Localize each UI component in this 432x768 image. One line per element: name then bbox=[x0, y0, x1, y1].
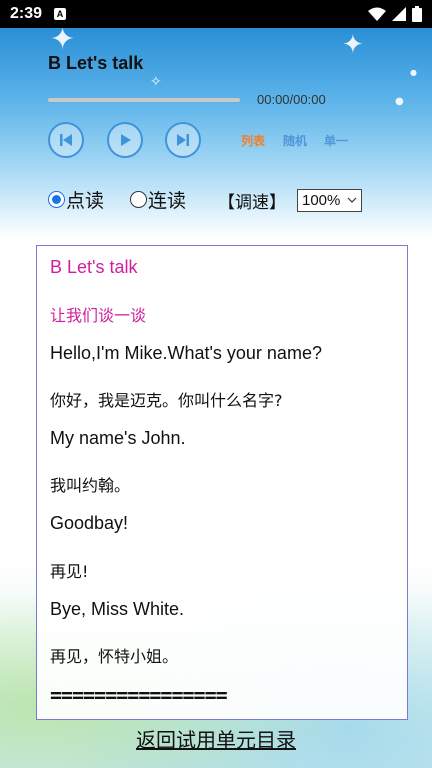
separator-line: ================ bbox=[50, 683, 228, 707]
speed-select[interactable]: 100% bbox=[297, 189, 362, 212]
sentence-line[interactable]: 再见，怀特小姐。 bbox=[50, 643, 178, 667]
progress-bar[interactable] bbox=[48, 98, 240, 102]
radio-continuous-read[interactable]: 连读 bbox=[130, 186, 186, 213]
sentence-line[interactable]: Bye, Miss White. bbox=[50, 599, 184, 620]
sentence-line[interactable]: 再见! bbox=[50, 558, 88, 582]
sparkle-icon: ● bbox=[410, 68, 417, 77]
lesson-subtitle[interactable]: 让我们谈一谈 bbox=[50, 302, 146, 326]
lesson-text-panel: B Let's talk 让我们谈一谈 Hello,I'm Mike.What'… bbox=[36, 245, 408, 720]
play-button[interactable] bbox=[107, 122, 143, 158]
skip-next-icon bbox=[177, 134, 189, 146]
mode-random[interactable]: 随机 bbox=[283, 132, 307, 149]
status-icons bbox=[368, 6, 422, 22]
radio-label: 连读 bbox=[148, 190, 187, 212]
sparkle-icon: ✧ bbox=[150, 74, 162, 90]
play-icon bbox=[121, 134, 131, 146]
next-button[interactable] bbox=[165, 122, 201, 158]
notification-icon: A bbox=[54, 8, 67, 20]
speed-label: 【调速】 bbox=[218, 193, 286, 213]
skip-previous-icon bbox=[60, 134, 72, 146]
previous-button[interactable] bbox=[48, 122, 84, 158]
sentence-line[interactable]: Goodbay! bbox=[50, 513, 128, 534]
signal-icon bbox=[392, 7, 406, 21]
sentence-line[interactable]: 我叫约翰。 bbox=[50, 472, 130, 496]
radio-label: 点读 bbox=[66, 190, 105, 212]
lesson-title[interactable]: B Let's talk bbox=[50, 257, 137, 278]
status-time: 2:39 bbox=[10, 5, 43, 22]
back-to-unit-list-link[interactable]: 返回试用单元目录 bbox=[0, 724, 432, 753]
radio-button-checked[interactable] bbox=[48, 191, 65, 208]
battery-icon bbox=[412, 6, 422, 22]
mode-single[interactable]: 单一 bbox=[324, 132, 348, 149]
mode-list[interactable]: 列表 bbox=[241, 132, 265, 149]
status-bar: 2:39 A bbox=[0, 0, 432, 28]
chevron-down-icon bbox=[347, 197, 357, 203]
sparkle-icon: ● bbox=[395, 96, 404, 107]
sparkle-icon: ✦ bbox=[342, 30, 364, 60]
speed-value: 100% bbox=[302, 192, 341, 209]
sentence-line[interactable]: 你好，我是迈克。你叫什么名字? bbox=[50, 387, 283, 411]
track-title: B Let's talk bbox=[48, 53, 144, 73]
sentence-line[interactable]: Hello,I'm Mike.What's your name? bbox=[50, 343, 322, 364]
radio-button[interactable] bbox=[130, 191, 147, 208]
radio-click-read[interactable]: 点读 bbox=[48, 186, 104, 213]
sentence-line[interactable]: My name's John. bbox=[50, 428, 186, 449]
progress-time: 00:00/00:00 bbox=[257, 92, 326, 107]
wifi-icon bbox=[368, 7, 386, 21]
